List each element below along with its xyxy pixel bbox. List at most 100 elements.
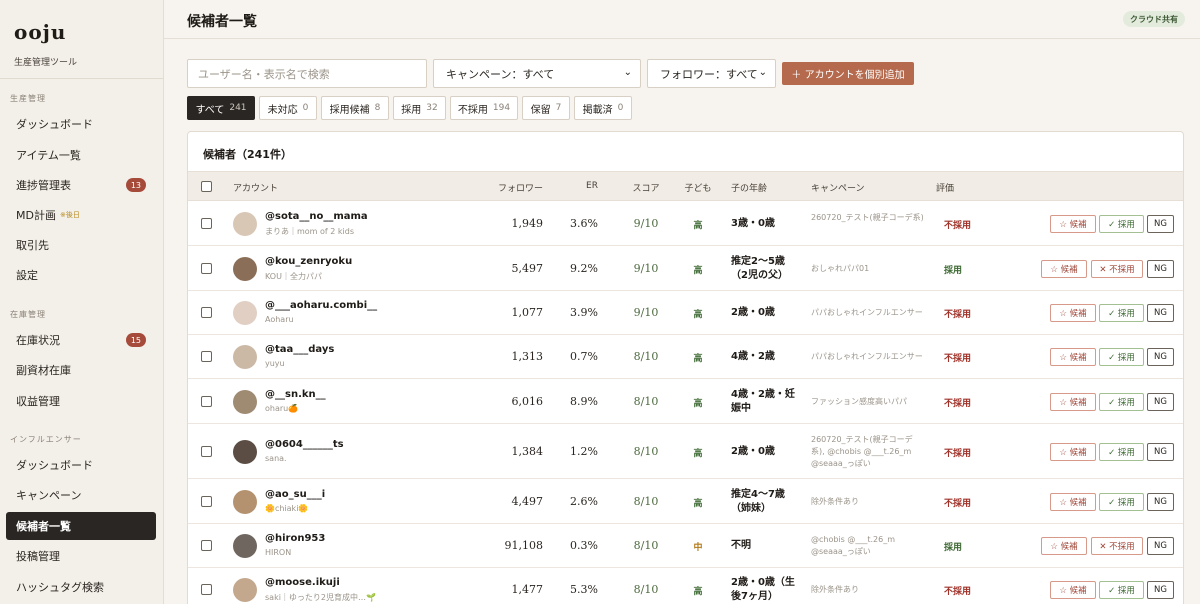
ng-button[interactable]: NG bbox=[1147, 493, 1174, 511]
kids-level: 高 bbox=[693, 399, 703, 409]
sidebar-item-settings[interactable]: 設定 bbox=[6, 261, 156, 289]
row-checkbox[interactable] bbox=[201, 396, 212, 407]
adopt-button[interactable]: ✓ 採用 bbox=[1099, 581, 1144, 599]
add-account-button[interactable]: ＋ アカウントを個別追加 bbox=[782, 62, 914, 85]
sidebar: ooju 生産管理ツール 生産管理 ダッシュボード アイテム一覧 進捗管理表 13… bbox=[0, 0, 164, 604]
ng-button[interactable]: NG bbox=[1147, 537, 1174, 555]
candidate-button[interactable]: ☆ 候補 bbox=[1050, 215, 1096, 233]
row-checkbox[interactable] bbox=[201, 307, 212, 318]
sidebar-item-materials[interactable]: 副資材在庫 bbox=[6, 356, 156, 384]
filter-pending[interactable]: 保留 7 bbox=[522, 96, 570, 120]
avatar bbox=[233, 390, 257, 414]
row-checkbox[interactable] bbox=[201, 540, 212, 551]
sidebar-item-dashboard[interactable]: ダッシュボード bbox=[6, 110, 156, 138]
table-title: 候補者（241件） bbox=[203, 148, 292, 161]
sidebar-item-candidates[interactable]: 候補者一覧 bbox=[6, 512, 156, 540]
account-handle[interactable]: @ao_su___i bbox=[265, 489, 325, 500]
table-row: @ao_su___i 🌼chiaki🌼 4,497 2.6% 8/10 高 推定4〜7歳（姉… bbox=[188, 479, 1183, 524]
candidate-button[interactable]: ☆ 候補 bbox=[1050, 393, 1096, 411]
account-handle[interactable]: @moose.ikuji bbox=[265, 577, 340, 588]
reject-button[interactable]: ✕ 不採用 bbox=[1091, 260, 1143, 278]
row-checkbox[interactable] bbox=[201, 496, 212, 507]
ng-button[interactable]: NG bbox=[1147, 260, 1174, 278]
candidate-button[interactable]: ☆ 候補 bbox=[1050, 304, 1096, 322]
filter-rejected[interactable]: 不採用 194 bbox=[450, 96, 518, 120]
row-checkbox[interactable] bbox=[201, 446, 212, 457]
account-handle[interactable]: @___aoharu.combi__ bbox=[265, 300, 377, 311]
avatar bbox=[233, 490, 257, 514]
filter-candidate[interactable]: 採用候補 8 bbox=[321, 96, 389, 120]
adopt-button[interactable]: ✓ 採用 bbox=[1099, 348, 1144, 366]
campaign-text: ファッション感度高いパパ bbox=[811, 397, 907, 406]
sidebar-item-hashtag-search[interactable]: ハッシュタグ検索 bbox=[6, 573, 156, 601]
sidebar-item-partners[interactable]: 取引先 bbox=[6, 231, 156, 259]
filter-published[interactable]: 掲載済 0 bbox=[574, 96, 632, 120]
row-checkbox[interactable] bbox=[201, 263, 212, 274]
sidebar-item-revenue[interactable]: 収益管理 bbox=[6, 387, 156, 415]
account-handle[interactable]: @kou_zenryoku bbox=[265, 256, 352, 267]
candidate-button[interactable]: ☆ 候補 bbox=[1050, 348, 1096, 366]
sidebar-item-label: 取引先 bbox=[16, 239, 49, 252]
sidebar-item-label: 投稿管理 bbox=[16, 550, 60, 563]
row-checkbox[interactable] bbox=[201, 584, 212, 595]
account-handle[interactable]: @0604______ts bbox=[265, 439, 344, 450]
account-display-name: HIRON bbox=[265, 548, 292, 557]
col-kid-age: 子の年齢 bbox=[731, 184, 768, 194]
sidebar-item-label: 在庫状況 bbox=[16, 334, 60, 347]
sidebar-item-items[interactable]: アイテム一覧 bbox=[6, 141, 156, 169]
table-row: @sota__no__mama まりあ｜mom of 2 kids 1,949 3.6… bbox=[188, 202, 1183, 246]
sidebar-item-note: ※後日 bbox=[59, 211, 80, 219]
candidate-button[interactable]: ☆ 候補 bbox=[1050, 581, 1096, 599]
filter-unhandled[interactable]: 未対応 0 bbox=[259, 96, 317, 120]
sidebar-item-label: 進捗管理表 bbox=[16, 179, 71, 192]
ng-button[interactable]: NG bbox=[1147, 348, 1174, 366]
row-checkbox[interactable] bbox=[201, 218, 212, 229]
reject-button[interactable]: ✕ 不採用 bbox=[1091, 537, 1143, 555]
score-value: 8/10 bbox=[633, 583, 659, 596]
adopt-button[interactable]: ✓ 採用 bbox=[1099, 443, 1144, 461]
sidebar-item-md-plan[interactable]: MD計画 ※後日 bbox=[6, 201, 156, 229]
filter-count: 0 bbox=[617, 103, 624, 113]
er-value: 8.9% bbox=[570, 395, 598, 408]
account-display-name: sana. bbox=[265, 454, 287, 463]
adopt-button[interactable]: ✓ 採用 bbox=[1099, 493, 1144, 511]
candidate-button[interactable]: ☆ 候補 bbox=[1041, 537, 1087, 555]
ng-button[interactable]: NG bbox=[1147, 443, 1174, 461]
campaign-select[interactable]: キャンペーン：すべて ⌄ bbox=[433, 59, 641, 88]
account-handle[interactable]: @__sn.kn__ bbox=[265, 389, 326, 400]
evaluation-status: 不採用 bbox=[944, 587, 972, 597]
sidebar-item-label: 副資材在庫 bbox=[16, 364, 71, 377]
candidate-button[interactable]: ☆ 候補 bbox=[1050, 443, 1096, 461]
sidebar-item-posts[interactable]: 投稿管理 bbox=[6, 542, 156, 570]
sidebar-item-influencer-dashboard[interactable]: ダッシュボード bbox=[6, 451, 156, 479]
filter-all[interactable]: すべて 241 bbox=[187, 96, 255, 120]
sidebar-item-stock[interactable]: 在庫状況 15 bbox=[6, 326, 156, 354]
candidate-button[interactable]: ☆ 候補 bbox=[1050, 493, 1096, 511]
sidebar-item-progress[interactable]: 進捗管理表 13 bbox=[6, 171, 156, 199]
campaign-text: 除外条件あり bbox=[811, 585, 859, 594]
ng-button[interactable]: NG bbox=[1147, 581, 1174, 599]
candidate-button[interactable]: ☆ 候補 bbox=[1041, 260, 1087, 278]
campaign-text: パパおしゃれインフルエンサー bbox=[811, 352, 923, 361]
account-display-name: oharu🍊 bbox=[265, 404, 299, 413]
adopt-button[interactable]: ✓ 採用 bbox=[1099, 304, 1144, 322]
account-handle[interactable]: @sota__no__mama bbox=[265, 211, 368, 222]
filter-adopted[interactable]: 採用 32 bbox=[393, 96, 446, 120]
adopt-button[interactable]: ✓ 採用 bbox=[1099, 215, 1144, 233]
sidebar-item-label: ダッシュボード bbox=[16, 118, 93, 131]
ng-button[interactable]: NG bbox=[1147, 393, 1174, 411]
ng-button[interactable]: NG bbox=[1147, 215, 1174, 233]
evaluation-status: 不採用 bbox=[944, 499, 972, 509]
account-handle[interactable]: @hiron953 bbox=[265, 533, 325, 544]
follower-select[interactable]: フォロワー：すべて ⌄ bbox=[647, 59, 776, 88]
row-checkbox[interactable] bbox=[201, 351, 212, 362]
ng-button[interactable]: NG bbox=[1147, 304, 1174, 322]
adopt-button[interactable]: ✓ 採用 bbox=[1099, 393, 1144, 411]
sidebar-item-campaigns[interactable]: キャンペーン bbox=[6, 481, 156, 509]
select-all-checkbox[interactable] bbox=[201, 181, 212, 192]
campaign-text: 260720_テスト(親子コーデ系) bbox=[811, 213, 924, 222]
account-handle[interactable]: @taa___days bbox=[265, 344, 334, 355]
sidebar-section-inventory: 在庫管理 bbox=[10, 310, 46, 319]
search-input[interactable]: ユーザー名・表示名で検索 bbox=[187, 59, 427, 88]
avatar bbox=[233, 578, 257, 602]
